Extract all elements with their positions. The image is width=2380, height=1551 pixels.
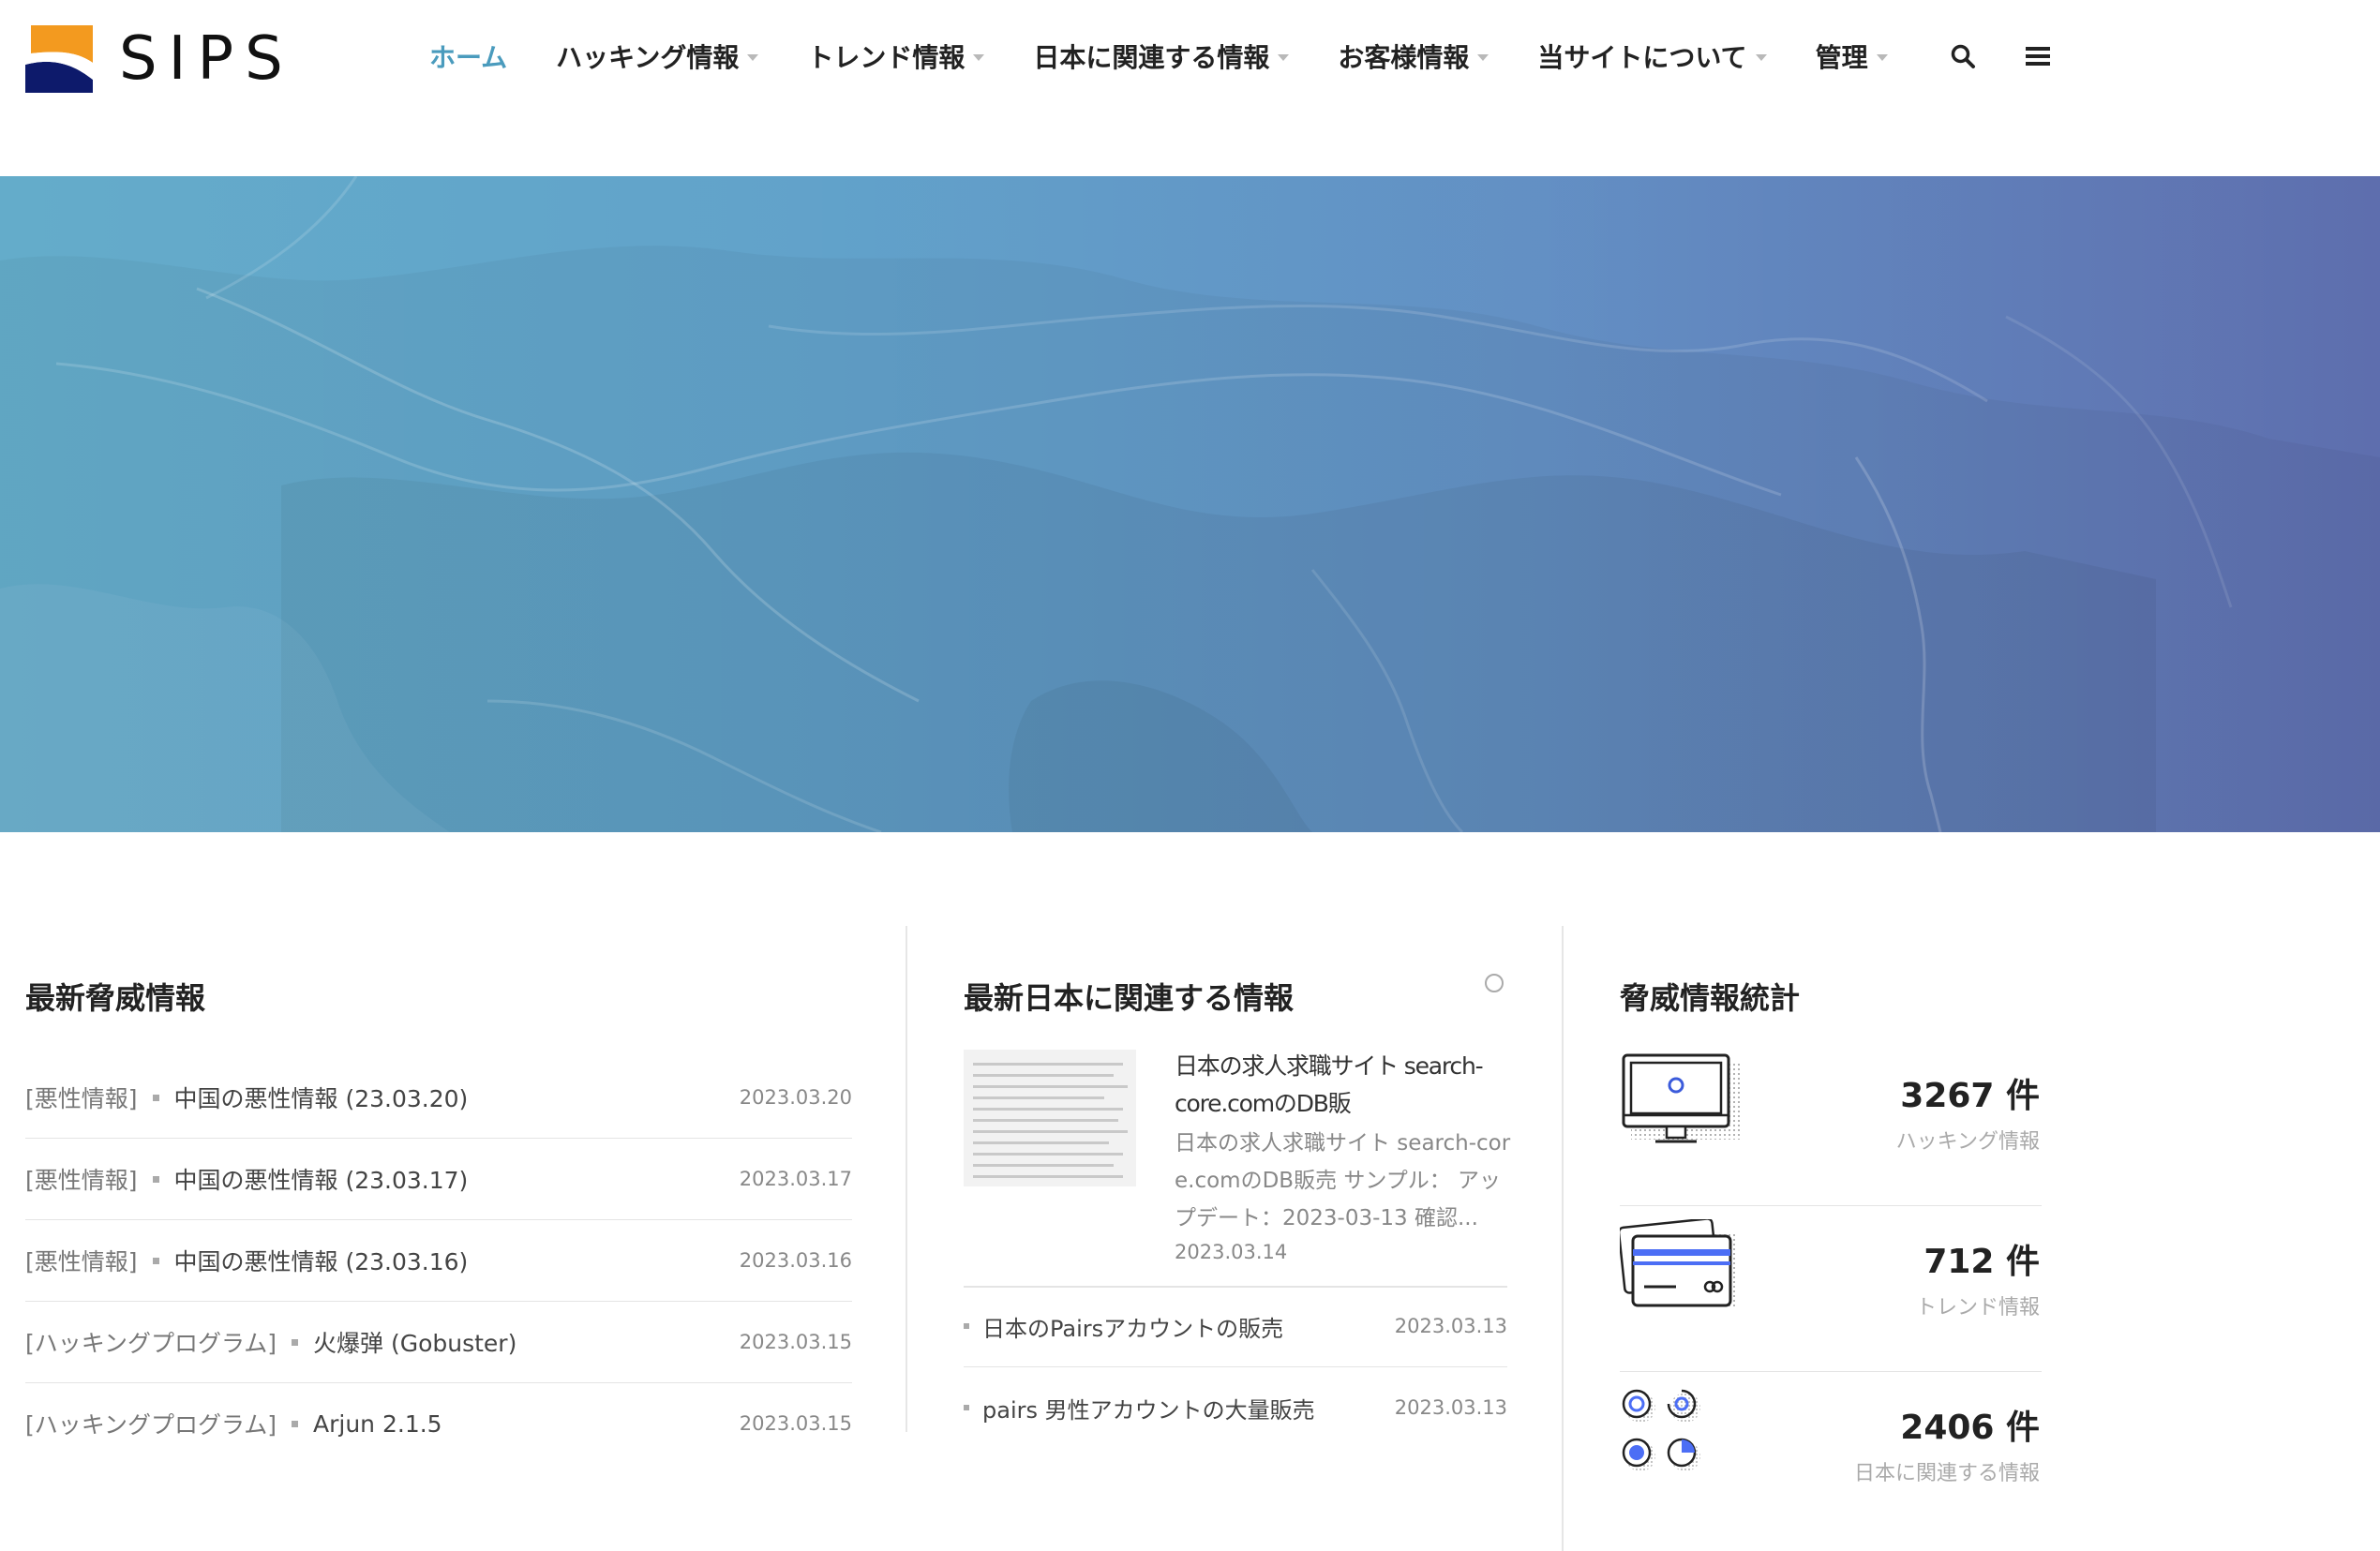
stat-label: ハッキング情報 bbox=[1895, 1130, 2040, 1154]
caret-down-icon bbox=[973, 53, 985, 61]
threat-category: [悪性情報] bbox=[25, 1248, 138, 1275]
monitor-icon bbox=[1622, 1053, 1740, 1143]
threat-category: [ハッキングプログラム] bbox=[25, 1411, 277, 1439]
featured-article-date: 2023.03.14 bbox=[1175, 1241, 1288, 1263]
stat-item[interactable]: 712 件 トレンド情報 bbox=[1620, 1206, 2042, 1372]
bullet-icon bbox=[964, 1405, 969, 1410]
threat-link[interactable]: [ハッキングプログラム] 火爆弹 (Gobuster) bbox=[25, 1325, 516, 1359]
hero-map-illustration bbox=[0, 176, 2380, 832]
bullet-icon bbox=[292, 1420, 299, 1427]
bullet-icon bbox=[292, 1338, 299, 1346]
nav-item-label: お客様情報 bbox=[1338, 42, 1470, 73]
bullet-icon bbox=[152, 1094, 159, 1101]
threat-date: 2023.03.15 bbox=[739, 1331, 852, 1353]
list-item[interactable]: [悪性情報] 中国の悪性情報 (23.03.17) 2023.03.17 bbox=[25, 1139, 852, 1220]
nav-item-trend[interactable]: トレンド情報 bbox=[807, 37, 985, 75]
site-header: SIPS ホーム ハッキング情報 トレンド情報 日本に関連する情報 お客様情報 … bbox=[0, 0, 2380, 176]
analytics-icon bbox=[1622, 1389, 1700, 1471]
column-divider bbox=[1562, 926, 1564, 1551]
japan-info-title-text: pairs 男性アカウントの大量販売 bbox=[982, 1396, 1315, 1424]
caret-down-icon bbox=[747, 53, 759, 61]
stat-item[interactable]: 2406 件 日本に関連する情報 bbox=[1620, 1372, 2042, 1537]
nav-item-customer[interactable]: お客様情報 bbox=[1338, 37, 1489, 75]
list-item[interactable]: 日本のPairsアカウントの販売 2023.03.13 bbox=[964, 1286, 1507, 1367]
stat-count: 3267 件 bbox=[1900, 1077, 2040, 1115]
menu-icon bbox=[2025, 47, 2050, 66]
threat-title: 火爆弹 (Gobuster) bbox=[313, 1330, 517, 1357]
threat-category: [悪性情報] bbox=[25, 1085, 138, 1112]
threat-link[interactable]: [ハッキングプログラム] Arjun 2.1.5 bbox=[25, 1407, 442, 1440]
list-item[interactable]: pairs 男性アカウントの大量販売 2023.03.13 bbox=[964, 1367, 1507, 1448]
threat-category: [ハッキングプログラム] bbox=[25, 1330, 277, 1357]
list-item[interactable]: [悪性情報] 中国の悪性情報 (23.03.16) 2023.03.16 bbox=[25, 1220, 852, 1302]
nav-item-label: ホーム bbox=[429, 42, 508, 73]
caret-down-icon bbox=[1755, 53, 1767, 61]
caret-down-icon bbox=[1876, 53, 1888, 61]
threat-title: 中国の悪性情報 (23.03.16) bbox=[173, 1248, 469, 1275]
bullet-icon bbox=[964, 1323, 969, 1329]
threat-date: 2023.03.15 bbox=[739, 1412, 852, 1435]
list-item[interactable]: [悪性情報] 中国の悪性情報 (23.03.20) 2023.03.20 bbox=[25, 1057, 852, 1139]
threat-stats: 3267 件 ハッキング情報 712 件 トレンド情報 2406 件 日本に関連… bbox=[1620, 1040, 2042, 1537]
stat-count: 2406 件 bbox=[1900, 1409, 2040, 1447]
slider-indicator-button[interactable] bbox=[1485, 974, 1504, 992]
caret-down-icon bbox=[1278, 53, 1290, 61]
stat-count: 712 件 bbox=[1923, 1243, 2040, 1281]
japan-info-link[interactable]: pairs 男性アカウントの大量販売 bbox=[964, 1392, 1315, 1424]
threat-stats-title: 脅威情報統計 bbox=[1620, 980, 1801, 1016]
column-divider bbox=[906, 926, 907, 1432]
stat-label: トレンド情報 bbox=[1915, 1296, 2040, 1320]
threat-link[interactable]: [悪性情報] 中国の悪性情報 (23.03.20) bbox=[25, 1081, 468, 1114]
threat-date: 2023.03.20 bbox=[739, 1086, 852, 1109]
sips-logo-icon bbox=[25, 25, 93, 93]
latest-threats-list: [悪性情報] 中国の悪性情報 (23.03.20) 2023.03.20 [悪性… bbox=[25, 1057, 852, 1464]
nav-item-label: トレンド情報 bbox=[807, 42, 965, 73]
main-nav: ホーム ハッキング情報 トレンド情報 日本に関連する情報 お客様情報 当サイトに… bbox=[429, 28, 2087, 84]
featured-article-excerpt: 日本の求人求職サイト search-core.comのDB販売 サンプル： アッ… bbox=[1175, 1131, 1511, 1230]
japan-info-date: 2023.03.13 bbox=[1394, 1396, 1507, 1419]
threat-link[interactable]: [悪性情報] 中国の悪性情報 (23.03.16) bbox=[25, 1244, 468, 1277]
japan-info-title-text: 日本のPairsアカウントの販売 bbox=[982, 1315, 1284, 1342]
threat-date: 2023.03.17 bbox=[739, 1168, 852, 1190]
menu-button[interactable] bbox=[2012, 30, 2064, 82]
credit-card-icon bbox=[1620, 1219, 1736, 1307]
site-logo[interactable]: SIPS bbox=[25, 24, 294, 94]
threat-title: Arjun 2.1.5 bbox=[313, 1409, 442, 1438]
search-icon bbox=[1951, 44, 1975, 68]
threat-date: 2023.03.16 bbox=[739, 1249, 852, 1272]
japan-info-link[interactable]: 日本のPairsアカウントの販売 bbox=[964, 1310, 1283, 1343]
list-item[interactable]: [ハッキングプログラム] Arjun 2.1.5 2023.03.15 bbox=[25, 1383, 852, 1464]
list-item[interactable]: [ハッキングプログラム] 火爆弹 (Gobuster) 2023.03.15 bbox=[25, 1302, 852, 1383]
stat-label: 日本に関連する情報 bbox=[1853, 1462, 2040, 1485]
threat-category: [悪性情報] bbox=[25, 1167, 138, 1194]
nav-item-label: 管理 bbox=[1815, 42, 1868, 73]
nav-item-hacking[interactable]: ハッキング情報 bbox=[556, 37, 759, 75]
caret-down-icon bbox=[1477, 53, 1489, 61]
japan-info-title: 最新日本に関連する情報 bbox=[964, 980, 1295, 1016]
threat-link[interactable]: [悪性情報] 中国の悪性情報 (23.03.17) bbox=[25, 1162, 468, 1196]
hero-banner bbox=[0, 176, 2380, 832]
latest-threats-title: 最新脅威情報 bbox=[25, 980, 206, 1016]
nav-item-about[interactable]: 当サイトについて bbox=[1537, 37, 1767, 75]
nav-item-japan[interactable]: 日本に関連する情報 bbox=[1033, 37, 1290, 75]
logo-text: SIPS bbox=[119, 24, 294, 94]
threat-title: 中国の悪性情報 (23.03.17) bbox=[173, 1167, 469, 1194]
japan-info-date: 2023.03.13 bbox=[1394, 1315, 1507, 1337]
nav-item-label: 当サイトについて bbox=[1537, 42, 1747, 73]
bullet-icon bbox=[152, 1175, 159, 1183]
featured-article-title[interactable]: 日本の求人求職サイト search-core.comのDB販 bbox=[1175, 1048, 1512, 1123]
nav-item-label: ハッキング情報 bbox=[556, 42, 740, 73]
article-thumbnail[interactable] bbox=[964, 1050, 1136, 1186]
nav-item-label: 日本に関連する情報 bbox=[1033, 42, 1270, 73]
nav-item-admin[interactable]: 管理 bbox=[1816, 37, 1888, 75]
nav-item-home[interactable]: ホーム bbox=[429, 37, 507, 75]
stat-item[interactable]: 3267 件 ハッキング情報 bbox=[1620, 1040, 2042, 1206]
search-button[interactable] bbox=[1937, 30, 1989, 82]
japan-info-list: 日本のPairsアカウントの販売 2023.03.13 pairs 男性アカウン… bbox=[964, 1286, 1507, 1448]
bullet-icon bbox=[152, 1257, 159, 1264]
threat-title: 中国の悪性情報 (23.03.20) bbox=[173, 1085, 469, 1112]
